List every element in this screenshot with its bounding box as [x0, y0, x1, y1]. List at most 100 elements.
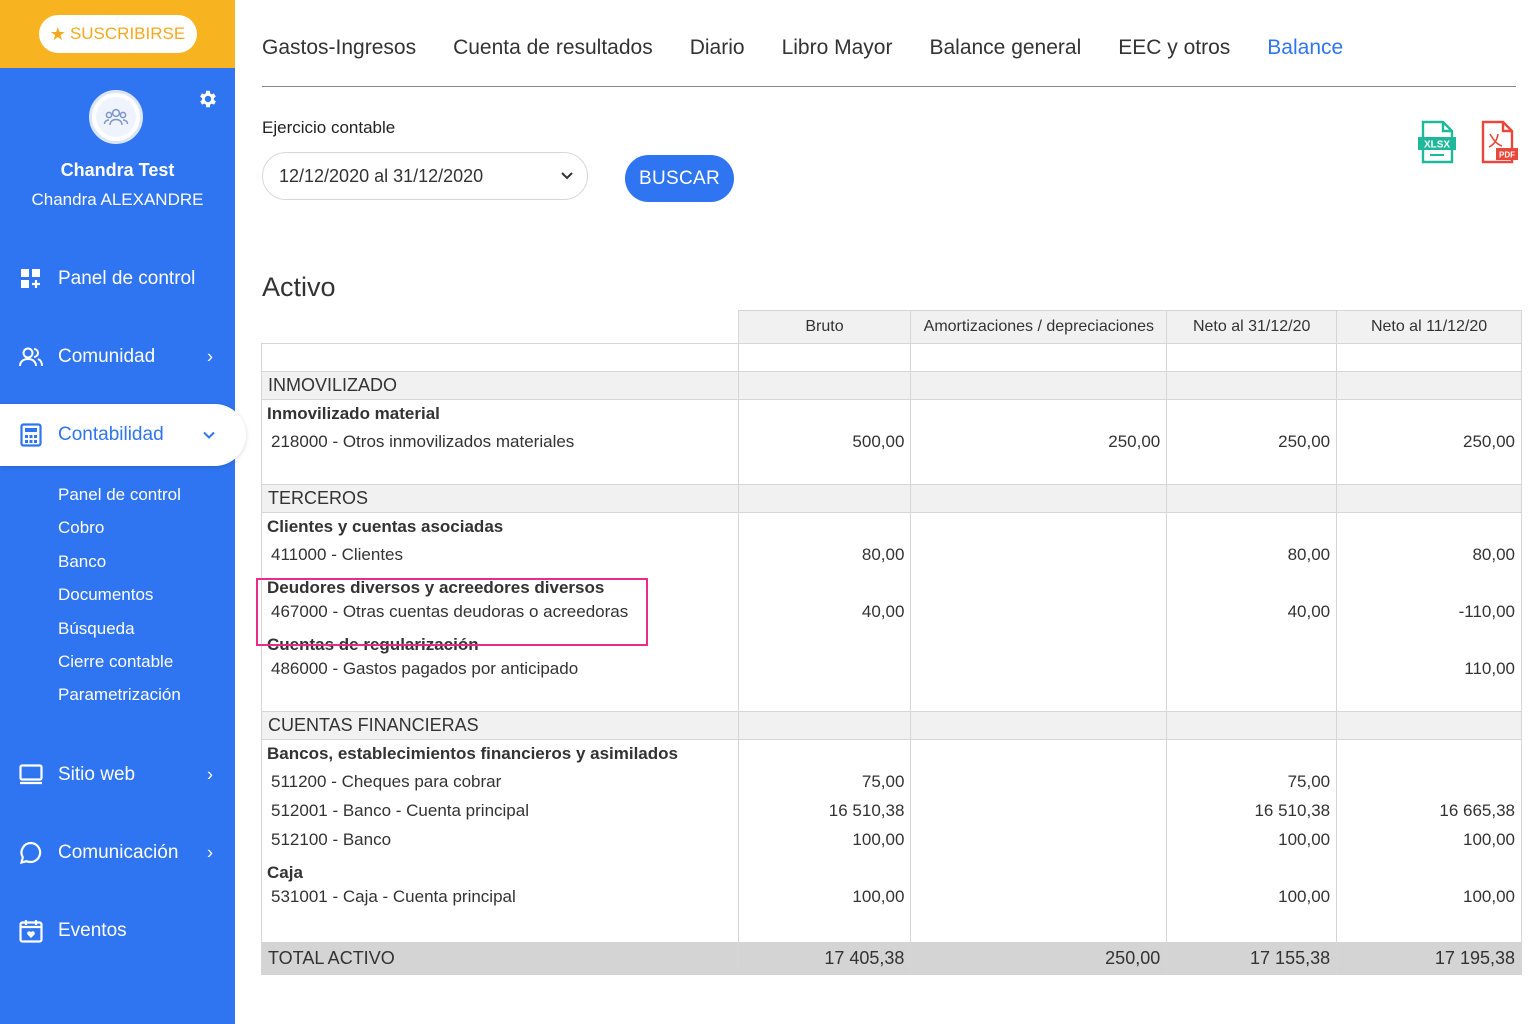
nav-panel-de-control[interactable]: Panel de control	[0, 240, 235, 318]
subgroup-label: Caja	[261, 854, 739, 883]
cell-amort	[910, 882, 1168, 912]
xlsx-label: XLSX	[1424, 140, 1450, 151]
tab-balance[interactable]: Balance	[1267, 36, 1343, 60]
submenu-cobro[interactable]: Cobro	[58, 517, 235, 550]
submenu-busqueda[interactable]: Búsqueda	[58, 618, 235, 651]
nav-comunidad[interactable]: Comunidad ›	[0, 318, 235, 396]
pdf-export-icon[interactable]: PDF	[1480, 120, 1518, 164]
header-amortizaciones: Amortizaciones / depreciaciones	[910, 310, 1168, 344]
cell-neto-2: 16 665,38	[1336, 796, 1522, 826]
header-blank	[261, 310, 739, 344]
cell-bruto: 100,00	[737, 825, 912, 855]
report-tabs: Gastos-Ingresos Cuenta de resultados Dia…	[262, 36, 1380, 60]
nav-eventos[interactable]: Eventos	[0, 892, 235, 970]
tab-eec-y-otros[interactable]: EEC y otros	[1118, 36, 1230, 60]
account-label: 511200 - Cheques para cobrar	[261, 767, 739, 797]
table-row[interactable]: 512001 - Banco - Cuenta principal 16 510…	[261, 796, 1522, 826]
account-label: 531001 - Caja - Cuenta principal	[261, 882, 739, 912]
group-icon	[103, 108, 129, 126]
dashboard-icon	[18, 266, 44, 292]
cell-neto-2: 100,00	[1336, 825, 1522, 855]
submenu-parametrizacion[interactable]: Parametrización	[58, 684, 235, 717]
profile: Chandra Test Chandra ALEXANDRE	[0, 68, 235, 240]
table-row[interactable]: 218000 - Otros inmovilizados materiales …	[261, 427, 1522, 457]
account-label: 411000 - Clientes	[261, 540, 739, 570]
cell-amort	[910, 597, 1168, 627]
tab-balance-general[interactable]: Balance general	[929, 36, 1081, 60]
table-row[interactable]: 511200 - Cheques para cobrar 75,00 75,00	[261, 767, 1522, 797]
cell-neto-1: 40,00	[1166, 597, 1338, 627]
submenu-documentos[interactable]: Documentos	[58, 584, 235, 617]
submenu-panel-de-control[interactable]: Panel de control	[58, 484, 235, 517]
cell-neto-2: 80,00	[1336, 540, 1522, 570]
table-spacer-row	[261, 343, 1522, 372]
nav-sitio-web[interactable]: Sitio web ›	[0, 736, 235, 814]
gap-row	[261, 456, 1522, 485]
chevron-down-icon	[561, 172, 573, 180]
avatar[interactable]	[89, 90, 143, 144]
total-bruto: 17 405,38	[737, 941, 912, 975]
tab-gastos-ingresos[interactable]: Gastos-Ingresos	[262, 36, 416, 60]
gear-icon[interactable]	[197, 88, 219, 110]
table-row[interactable]: 531001 - Caja - Cuenta principal 100,00 …	[261, 882, 1522, 912]
profile-subtitle: Chandra ALEXANDRE	[31, 190, 204, 209]
users-icon	[18, 344, 44, 370]
cell-bruto: 80,00	[737, 540, 912, 570]
account-label: 218000 - Otros inmovilizados materiales	[261, 427, 739, 457]
group-label: TERCEROS	[261, 484, 739, 513]
cell-neto-1: 16 510,38	[1166, 796, 1338, 826]
tab-cuenta-de-resultados[interactable]: Cuenta de resultados	[453, 36, 653, 60]
subgroup-row: Clientes y cuentas asociadas	[261, 512, 1522, 541]
xlsx-export-icon[interactable]: XLSX	[1418, 120, 1456, 164]
header-neto-2: Neto al 11/12/20	[1336, 310, 1522, 344]
nav-label: Comunicación	[58, 841, 179, 863]
tabs-divider	[262, 86, 1516, 87]
gap-row	[261, 911, 1522, 942]
tab-diario[interactable]: Diario	[690, 36, 745, 60]
cell-amort	[910, 540, 1168, 570]
gap-row	[261, 683, 1522, 712]
table-row[interactable]: 512100 - Banco 100,00 100,00 100,00	[261, 825, 1522, 855]
table-row[interactable]: 411000 - Clientes 80,00 80,00 80,00	[261, 540, 1522, 570]
subgroup-row: Inmovilizado material	[261, 399, 1522, 428]
cell-amort: 250,00	[910, 427, 1168, 457]
highlight-box	[256, 578, 648, 646]
total-label: TOTAL ACTIVO	[261, 941, 739, 975]
cell-amort	[910, 654, 1168, 684]
cell-neto-1: 100,00	[1166, 882, 1338, 912]
cell-amort	[910, 796, 1168, 826]
nav-label: Panel de control	[58, 268, 196, 289]
subgroup-label: Inmovilizado material	[261, 399, 739, 428]
submenu-cierre-contable[interactable]: Cierre contable	[58, 651, 235, 684]
profile-name: Chandra Test	[60, 160, 175, 180]
pdf-label: PDF	[1499, 151, 1515, 160]
cell-neto-2: 100,00	[1336, 882, 1522, 912]
total-neto-1: 17 155,38	[1166, 941, 1338, 975]
chevron-right-icon: ›	[207, 842, 213, 863]
subscribe-button[interactable]: ★ SUSCRIBIRSE	[38, 15, 197, 53]
group-row: TERCEROS	[261, 484, 1522, 513]
nav-comunicacion[interactable]: Comunicación ›	[0, 814, 235, 892]
group-row: CUENTAS FINANCIERAS	[261, 711, 1522, 740]
nav-label: Sitio web	[58, 763, 136, 785]
cell-bruto: 100,00	[737, 882, 912, 912]
fiscal-year-select[interactable]: 12/12/2020 al 31/12/2020	[262, 152, 588, 200]
cell-bruto: 500,00	[737, 427, 912, 457]
group-label: INMOVILIZADO	[261, 371, 739, 400]
table-row[interactable]: 486000 - Gastos pagados por anticipado 1…	[261, 654, 1522, 684]
header-neto-1: Neto al 31/12/20	[1166, 310, 1338, 344]
nav-contabilidad[interactable]: Contabilidad	[0, 404, 246, 466]
total-row: TOTAL ACTIVO 17 405,38 250,00 17 155,38 …	[261, 941, 1522, 975]
header-bruto: Bruto	[737, 310, 912, 344]
monitor-icon	[18, 762, 44, 788]
cell-neto-1: 80,00	[1166, 540, 1338, 570]
submenu-contabilidad: Panel de control Cobro Banco Documentos …	[0, 474, 235, 736]
cell-amort	[910, 767, 1168, 797]
tab-libro-mayor[interactable]: Libro Mayor	[782, 36, 893, 60]
subgroup-label: Bancos, establecimientos financieros y a…	[261, 739, 739, 768]
submenu-banco[interactable]: Banco	[58, 551, 235, 584]
cell-neto-1: 75,00	[1166, 767, 1338, 797]
total-amort: 250,00	[910, 941, 1168, 975]
chevron-right-icon: ›	[207, 764, 213, 785]
search-button[interactable]: BUSCAR	[625, 155, 734, 202]
